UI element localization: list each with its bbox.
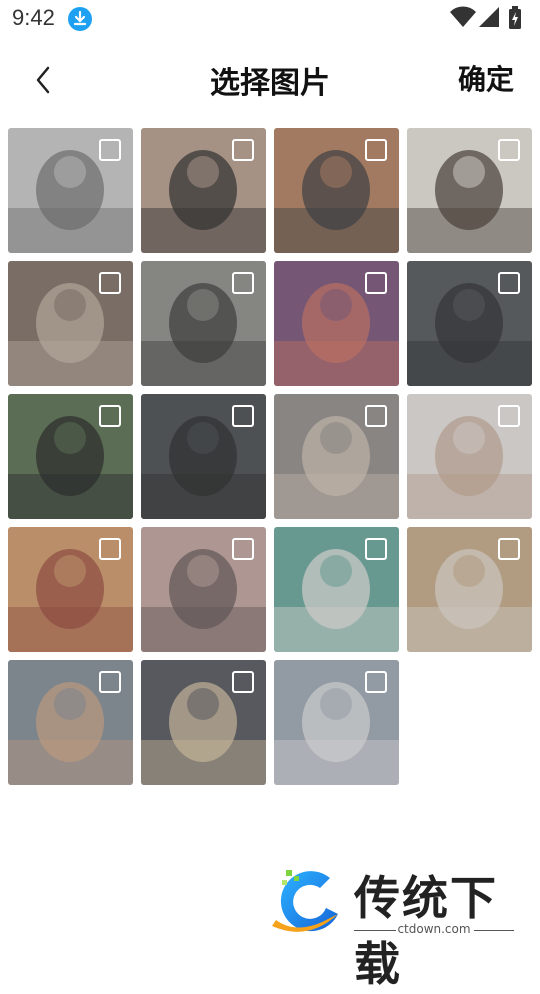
chevron-left-icon <box>36 66 50 94</box>
back-button[interactable] <box>26 60 66 100</box>
photo-thumbnail-steering-wheel[interactable] <box>141 394 266 519</box>
select-checkbox[interactable] <box>232 139 254 161</box>
signal-icon <box>478 6 500 32</box>
select-checkbox[interactable] <box>232 538 254 560</box>
photo-thumbnail-chibi-boy-star[interactable] <box>274 660 399 785</box>
select-checkbox[interactable] <box>99 139 121 161</box>
photo-thumbnail-forbidden-city-sunset[interactable] <box>8 527 133 652</box>
nav-bar: 选择图片 确定 <box>0 50 540 110</box>
select-checkbox[interactable] <box>99 671 121 693</box>
select-checkbox[interactable] <box>498 538 520 560</box>
select-checkbox[interactable] <box>232 272 254 294</box>
wifi-icon <box>450 6 476 32</box>
select-checkbox[interactable] <box>99 405 121 427</box>
watermark-url: ctdown.com <box>397 922 471 936</box>
select-checkbox[interactable] <box>99 538 121 560</box>
photo-thumbnail-sunset-sea[interactable] <box>274 261 399 386</box>
watermark-divider-right <box>474 930 514 931</box>
ctdown-logo-icon <box>272 870 338 932</box>
photo-thumbnail-girl-winter-hat[interactable] <box>8 261 133 386</box>
select-checkbox[interactable] <box>99 272 121 294</box>
photo-thumbnail-girl-scarf-lying[interactable] <box>407 128 532 253</box>
download-icon <box>68 7 92 31</box>
select-checkbox[interactable] <box>232 671 254 693</box>
select-checkbox[interactable] <box>365 272 387 294</box>
photo-thumbnail-man-beanie-suit[interactable] <box>141 261 266 386</box>
photo-thumbnail-black-sedan-trees[interactable] <box>8 394 133 519</box>
photo-thumbnail-person-black-hoodie[interactable] <box>141 128 266 253</box>
select-checkbox[interactable] <box>498 139 520 161</box>
select-checkbox[interactable] <box>365 405 387 427</box>
confirm-button[interactable]: 确定 <box>458 58 514 98</box>
status-bar: 9:42 <box>0 0 540 36</box>
photo-thumbnail-pink-notes[interactable] <box>141 527 266 652</box>
photo-thumbnail-handwritten-notes[interactable] <box>8 128 133 253</box>
battery-icon <box>508 6 522 34</box>
photo-thumbnail-cartoon-boy-blond[interactable] <box>141 660 266 785</box>
photo-thumbnail-anime-sketch[interactable] <box>407 394 532 519</box>
select-checkbox[interactable] <box>365 139 387 161</box>
photo-thumbnail-car-interior[interactable] <box>407 261 532 386</box>
select-checkbox[interactable] <box>365 538 387 560</box>
watermark-logo: 传统下载 ctdown.com <box>268 862 518 991</box>
photo-thumbnail-happy-white-dog[interactable] <box>407 527 532 652</box>
select-checkbox[interactable] <box>498 272 520 294</box>
select-checkbox[interactable] <box>232 405 254 427</box>
status-time: 9:42 <box>12 5 55 30</box>
photo-thumbnail-cartoon-boy-brown[interactable] <box>8 660 133 785</box>
photo-thumbnail-black-suv-desert[interactable] <box>274 128 399 253</box>
photo-thumbnail-girl-with-cat[interactable] <box>274 394 399 519</box>
select-checkbox[interactable] <box>498 405 520 427</box>
select-checkbox[interactable] <box>365 671 387 693</box>
photo-thumbnail-two-white-cats[interactable] <box>274 527 399 652</box>
